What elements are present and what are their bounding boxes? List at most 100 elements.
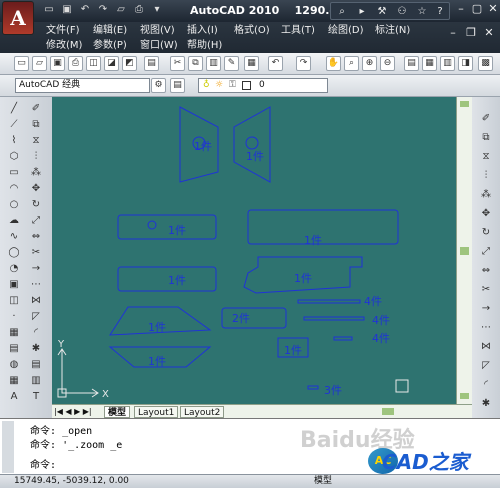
tab-layout2[interactable]: Layout2 [180, 406, 225, 418]
3d-dwf-icon[interactable]: ◩ [122, 56, 137, 71]
gradient-icon[interactable]: ▤ [6, 341, 22, 357]
revcloud-icon[interactable]: ☁ [6, 213, 22, 229]
right-extend-icon[interactable]: → [478, 301, 494, 317]
menu-dimension[interactable]: 标注(N) [375, 24, 410, 37]
layer-manager-icon[interactable]: ▤ [170, 78, 185, 93]
right-offset-icon[interactable]: ⫶ [478, 168, 494, 184]
model-space-label[interactable]: 模型 [314, 475, 332, 488]
extend-icon[interactable]: → [28, 261, 44, 277]
join-icon[interactable]: ⋈ [28, 293, 44, 309]
doc-close-icon[interactable]: ✕ [482, 26, 496, 40]
redo-icon[interactable]: ↷ [96, 3, 110, 17]
qnew-icon[interactable]: ▭ [14, 56, 29, 71]
right-scale-icon[interactable]: ⤢ [478, 244, 494, 260]
scroll-up-icon[interactable] [460, 101, 469, 107]
tool-palettes-icon[interactable]: ▥ [440, 56, 455, 71]
undo-icon[interactable]: ↶ [78, 3, 92, 17]
right-move-icon[interactable]: ✥ [478, 206, 494, 222]
region-icon[interactable]: ◍ [6, 357, 22, 373]
trim-icon[interactable]: ✂ [28, 245, 44, 261]
rectangle-icon[interactable]: ▭ [6, 165, 22, 181]
menu-draw[interactable]: 绘图(D) [328, 24, 364, 37]
new-icon[interactable]: ▭ [42, 3, 56, 17]
zoom-previous-icon[interactable]: ⊖ [380, 56, 395, 71]
offset-icon[interactable]: ⫶ [28, 149, 44, 165]
stretch-icon[interactable]: ⇔ [28, 229, 44, 245]
point-icon[interactable]: · [6, 309, 22, 325]
pline-icon[interactable]: ⌇ [6, 133, 22, 149]
scroll-down-icon[interactable] [460, 393, 469, 399]
vertical-scrollbar[interactable] [456, 97, 472, 404]
right-stretch-icon[interactable]: ⇔ [478, 263, 494, 279]
wrench-icon[interactable]: ⚒ [375, 5, 389, 19]
menu-format[interactable]: 格式(O) [234, 24, 270, 37]
right-copy-icon[interactable]: ⧉ [478, 130, 494, 146]
array-icon[interactable]: ⁂ [28, 165, 44, 181]
save-file-icon[interactable]: ▣ [50, 56, 65, 71]
sheet-set-icon[interactable]: ◨ [458, 56, 473, 71]
maximize-icon[interactable]: ▢ [470, 2, 484, 16]
print-icon[interactable]: ⎙ [132, 3, 146, 17]
match-properties-icon[interactable]: ✎ [224, 56, 239, 71]
properties-icon[interactable]: ▤ [28, 357, 44, 373]
zoom-window-icon[interactable]: ⊕ [362, 56, 377, 71]
text-icon[interactable]: T [28, 389, 44, 405]
menu-help[interactable]: 帮助(H) [187, 39, 222, 52]
binoculars-icon[interactable]: ⌕ [335, 5, 349, 19]
right-chamfer-icon[interactable]: ◸ [478, 358, 494, 374]
expand-icon[interactable]: ▸ [355, 5, 369, 19]
xline-icon[interactable]: ⟋ [6, 117, 22, 133]
menu-tools[interactable]: 工具(T) [281, 24, 315, 37]
circle-icon[interactable]: ○ [6, 197, 22, 213]
qa-dropdown-icon[interactable]: ▾ [150, 3, 164, 17]
workspace-settings-icon[interactable]: ⚙ [151, 78, 166, 93]
cut-icon[interactable]: ✂ [170, 56, 185, 71]
block-editor-icon[interactable]: ▦ [244, 56, 259, 71]
undo-toolbar-icon[interactable]: ↶ [268, 56, 283, 71]
spline-icon[interactable]: ∿ [6, 229, 22, 245]
menu-insert[interactable]: 插入(I) [187, 24, 218, 37]
layer-dropdown[interactable]: ♁ ☼ ⚿ 0 [198, 78, 328, 93]
plot-preview-icon[interactable]: ◫ [86, 56, 101, 71]
properties-icon[interactable]: ▤ [404, 56, 419, 71]
right-erase-icon[interactable]: ✐ [478, 111, 494, 127]
erase-icon[interactable]: ✐ [28, 101, 44, 117]
menu-window[interactable]: 窗口(W) [140, 39, 178, 52]
copy-icon[interactable]: ⧉ [28, 117, 44, 133]
menu-view[interactable]: 视图(V) [140, 24, 175, 37]
person-icon[interactable]: ⚇ [395, 5, 409, 19]
design-center-icon[interactable]: ▦ [422, 56, 437, 71]
command-prompt[interactable]: 命令: [30, 456, 56, 471]
fillet-icon[interactable]: ◜ [28, 325, 44, 341]
copy-icon[interactable]: ⧉ [188, 56, 203, 71]
right-join-icon[interactable]: ⋈ [478, 339, 494, 355]
command-window-handle[interactable] [2, 421, 14, 473]
mirror-icon[interactable]: ⧖ [28, 133, 44, 149]
block-icon[interactable]: ◫ [6, 293, 22, 309]
explode-icon[interactable]: ✱ [28, 341, 44, 357]
layer-icon[interactable]: ▥ [28, 373, 44, 389]
polygon-icon[interactable]: ⬡ [6, 149, 22, 165]
ellipse-icon[interactable]: ◯ [6, 245, 22, 261]
doc-minimize-icon[interactable]: – [446, 26, 460, 40]
right-trim-icon[interactable]: ✂ [478, 282, 494, 298]
break-icon[interactable]: ⋯ [28, 277, 44, 293]
vertical-scroll-thumb[interactable] [460, 247, 469, 255]
menu-modify[interactable]: 修改(M) [46, 39, 82, 52]
right-break-icon[interactable]: ⋯ [478, 320, 494, 336]
plot-icon[interactable]: ⎙ [68, 56, 83, 71]
close-icon[interactable]: ✕ [486, 2, 500, 16]
rotate-icon[interactable]: ↻ [28, 197, 44, 213]
tab-layout1[interactable]: Layout1 [134, 406, 179, 418]
redo-toolbar-icon[interactable]: ↷ [296, 56, 311, 71]
drawing-canvas[interactable]: 1件 1件 1件 1件 1件 1件 1件 1件 2件 1件 4件 4件 4件 3… [52, 97, 456, 404]
right-explode-icon[interactable]: ✱ [478, 396, 494, 412]
scale-icon[interactable]: ⤢ [28, 213, 44, 229]
help-icon[interactable]: ? [433, 5, 447, 19]
paste-icon[interactable]: ▥ [206, 56, 221, 71]
arc-icon[interactable]: ◠ [6, 181, 22, 197]
save-icon[interactable]: ▣ [60, 3, 74, 17]
workspace-dropdown[interactable]: AutoCAD 经典 [15, 78, 150, 93]
line-icon[interactable]: ╱ [6, 101, 22, 117]
publish-icon[interactable]: ◪ [104, 56, 119, 71]
